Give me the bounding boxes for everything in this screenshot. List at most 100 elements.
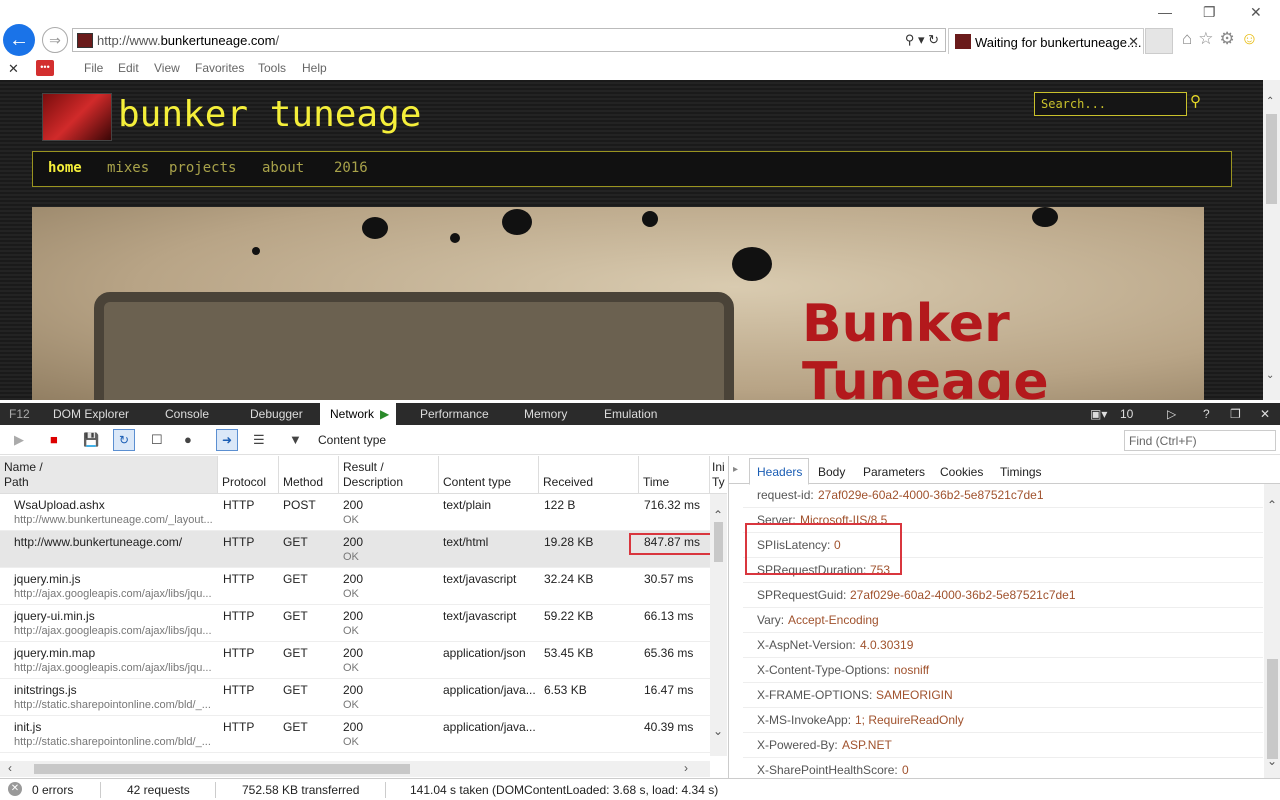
tab-emulation[interactable]: Emulation — [604, 407, 657, 421]
tab-parameters[interactable]: Parameters — [863, 465, 925, 479]
table-row[interactable]: jquery.min.map HTTP GET 200 application/json… — [0, 642, 710, 679]
tab-timings[interactable]: Timings — [1000, 465, 1042, 479]
col-method[interactable]: Method — [279, 456, 339, 494]
menu-tools[interactable]: Tools — [258, 61, 286, 75]
hscroll-thumb[interactable] — [34, 764, 410, 774]
menu-edit[interactable]: Edit — [118, 61, 139, 75]
close-devtools-icon[interactable]: ✕ — [1260, 407, 1270, 421]
search-icon[interactable]: ⚲ ▾ ↻ — [905, 32, 939, 48]
menu-view[interactable]: View — [154, 61, 180, 75]
start-profiling-icon[interactable]: ▶ — [14, 432, 24, 448]
scroll-up-icon[interactable]: ⌃ — [1267, 498, 1277, 512]
nav-about[interactable]: about — [262, 160, 304, 176]
table-row[interactable]: http://www.bunkertuneage.com/HTTP GET 200 t… — [0, 531, 712, 568]
scroll-left-icon[interactable]: ‹ — [8, 761, 12, 775]
table-hscrollbar[interactable]: ‹ › — [0, 761, 710, 777]
tab-console[interactable]: Console — [165, 407, 209, 421]
cell-protocol: HTTP — [223, 572, 255, 586]
password-manager-icon[interactable]: ••• — [36, 60, 54, 76]
close-icon[interactable]: ✕ — [8, 61, 19, 77]
cell-time: 65.36 ms — [644, 646, 694, 660]
site-search-input[interactable]: Search... — [1034, 92, 1187, 116]
site-logo[interactable] — [42, 93, 112, 141]
restore-icon[interactable]: ❐ — [1203, 4, 1216, 21]
tab-network[interactable]: Network ▶ — [320, 403, 396, 425]
clear-cookies-icon[interactable]: ● — [184, 432, 192, 447]
nav-mixes[interactable]: mixes — [107, 160, 149, 176]
close-tab-icon[interactable]: ✕ — [1128, 34, 1139, 50]
search-icon[interactable]: ⚲ — [1190, 92, 1201, 110]
tab-debugger[interactable]: Debugger — [250, 407, 303, 421]
header-row: X-MS-InvokeApp: 1; RequireReadOnly — [743, 708, 1263, 733]
help-icon[interactable]: ? — [1203, 407, 1210, 421]
page-scrollbar[interactable]: ⌃ ⌄ — [1263, 80, 1280, 400]
col-received[interactable]: Received — [539, 456, 639, 494]
scroll-right-icon[interactable]: › — [684, 761, 688, 775]
header-row: SPRequestGuid: 27af029e-60a2-4000-36b2-5e… — [743, 583, 1263, 608]
table-row[interactable]: initstrings.js HTTP GET 200 application/java… — [0, 679, 710, 716]
browser-tab[interactable]: Waiting for bunkertuneage.... ✕ — [948, 28, 1144, 54]
back-button[interactable]: ← — [3, 24, 35, 56]
nav-projects[interactable]: projects — [169, 160, 236, 176]
col-result[interactable]: Result / Description — [339, 456, 439, 494]
col-time[interactable]: Time — [639, 456, 710, 494]
tab-cookies[interactable]: Cookies — [940, 465, 983, 479]
find-input[interactable]: Find (Ctrl+F) — [1124, 430, 1276, 451]
stop-profiling-icon[interactable]: ■ — [50, 432, 58, 447]
undock-icon[interactable]: ❐ — [1230, 407, 1241, 421]
col-initiator[interactable]: Ini Ty — [710, 456, 727, 494]
scroll-thumb[interactable] — [1266, 114, 1277, 204]
new-tab-button[interactable] — [1145, 28, 1173, 54]
home-icon[interactable]: ⌂☆⚙☺ — [1182, 29, 1264, 49]
scroll-thumb[interactable] — [1267, 659, 1278, 759]
navigation-icon[interactable]: ➜ — [216, 429, 238, 451]
table-row[interactable]: WsaUpload.ashx HTTP POST 200 text/plain 122 B… — [0, 494, 710, 531]
cell-protocol: HTTP — [223, 646, 255, 660]
clear-entries-icon[interactable]: ☐ — [151, 432, 163, 448]
console-icon[interactable]: ▷ — [1167, 407, 1176, 421]
forward-button[interactable]: ⇒ — [42, 27, 68, 53]
table-row[interactable]: init.js HTTP GET 200 application/java... 40.3… — [0, 716, 710, 753]
nav-2016[interactable]: 2016 — [334, 160, 368, 176]
table-row[interactable]: jquery.min.js HTTP GET 200 text/javascript 32… — [0, 568, 710, 605]
tab-body[interactable]: Body — [818, 465, 845, 479]
hero-title: Bunker Tuneage — [802, 294, 1049, 400]
menu-favorites[interactable]: Favorites — [195, 61, 244, 75]
close-window-icon[interactable]: ✕ — [1250, 4, 1262, 21]
scroll-down-icon[interactable]: ⌄ — [1266, 370, 1274, 381]
table-scrollbar[interactable]: ⌃ ⌄ — [710, 494, 727, 756]
header-key: request-id: — [757, 488, 814, 502]
minimize-icon[interactable]: — — [1158, 4, 1172, 20]
site-favicon — [77, 33, 93, 48]
export-icon[interactable]: 💾 — [83, 432, 99, 448]
col-content-type[interactable]: Content type — [439, 456, 539, 494]
tab-headers[interactable]: Headers — [749, 458, 809, 485]
document-mode-icon[interactable]: ▣▾ — [1090, 407, 1107, 421]
table-row[interactable]: jquery-ui.min.js HTTP GET 200 text/javascrip… — [0, 605, 710, 642]
scroll-down-icon[interactable]: ⌄ — [1267, 754, 1277, 768]
tab-performance[interactable]: Performance — [420, 407, 489, 421]
clear-cache-icon[interactable]: ☰ — [253, 432, 265, 448]
scroll-down-icon[interactable]: ⌄ — [713, 724, 723, 738]
scroll-up-icon[interactable]: ⌃ — [713, 508, 723, 522]
document-mode-value[interactable]: 10 — [1120, 407, 1133, 421]
menu-file[interactable]: File — [84, 61, 103, 75]
tab-dom-explorer[interactable]: DOM Explorer — [53, 407, 129, 421]
scroll-up-icon[interactable]: ⌃ — [1266, 96, 1274, 107]
always-refresh-icon[interactable]: ↻ — [113, 429, 135, 451]
nav-home[interactable]: home — [48, 160, 82, 176]
col-protocol[interactable]: Protocol — [218, 456, 279, 494]
collapse-icon[interactable]: ▸ — [733, 464, 738, 475]
site-title[interactable]: bunker tuneage — [118, 94, 421, 135]
filter-icon[interactable]: ▼ — [289, 432, 302, 447]
detail-scrollbar[interactable]: ⌃ ⌄ — [1264, 484, 1280, 778]
cell-name: jquery.min.map — [14, 646, 96, 660]
cell-received: 53.45 KB — [544, 646, 594, 660]
scroll-thumb[interactable] — [714, 522, 723, 562]
col-name[interactable]: Name / Path — [0, 456, 218, 494]
address-bar[interactable]: http://www.bunkertuneage.com/ ⚲ ▾ ↻ — [72, 28, 946, 52]
menu-help[interactable]: Help — [302, 61, 327, 75]
requests-table: Name / Path Protocol Method Result / Descr… — [0, 456, 727, 778]
content-type-filter[interactable]: Content type — [318, 433, 386, 447]
tab-memory[interactable]: Memory — [524, 407, 567, 421]
